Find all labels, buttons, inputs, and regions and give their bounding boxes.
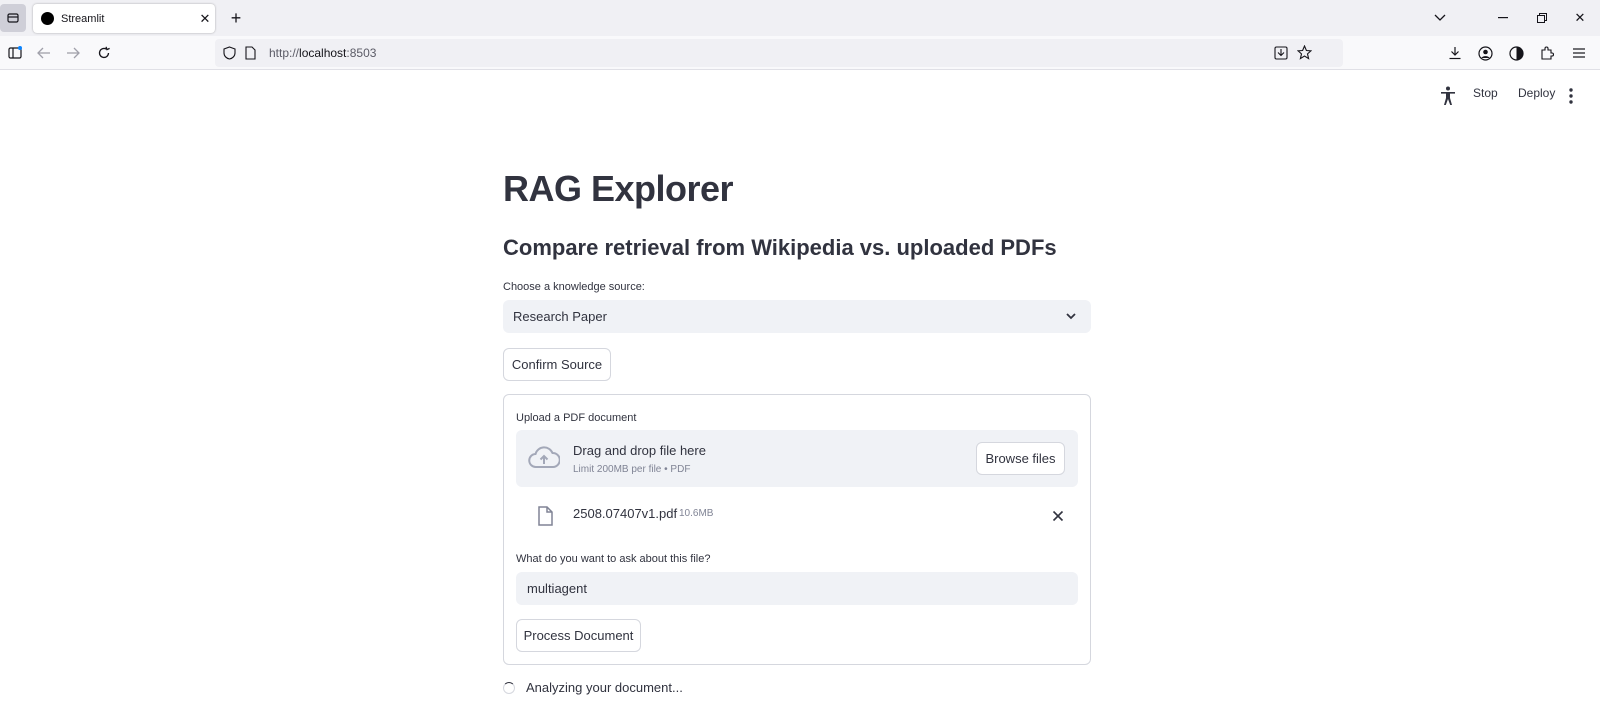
uploaded-file-row: 2508.07407v1.pdf 10.6MB <box>516 499 1078 533</box>
forward-arrow-icon[interactable] <box>64 44 82 62</box>
source-select-label: Choose a knowledge source: <box>503 281 645 293</box>
file-dropzone[interactable]: Drag and drop file here Limit 200MB per … <box>516 430 1078 487</box>
dropzone-instructions: Drag and drop file here <box>573 443 706 458</box>
back-arrow-icon[interactable] <box>35 44 53 62</box>
account-icon[interactable] <box>1476 44 1494 62</box>
tracking-shield-icon[interactable] <box>223 46 236 60</box>
file-icon <box>538 506 553 526</box>
url-prefix: http:// <box>269 46 300 60</box>
url-text: http://localhost:8503 <box>269 46 376 60</box>
main-menu-icon[interactable] <box>1569 88 1573 104</box>
process-document-button[interactable]: Process Document <box>516 619 641 652</box>
question-input[interactable]: multiagent <box>516 572 1078 605</box>
url-port: :8503 <box>346 46 377 60</box>
close-window-icon[interactable]: ✕ <box>1565 6 1595 30</box>
streamlit-favicon-icon <box>41 12 54 25</box>
new-tab-button[interactable]: + <box>226 7 246 29</box>
downloads-icon[interactable] <box>1446 44 1464 62</box>
url-bar[interactable]: http://localhost:8503 <box>215 39 1343 67</box>
page-title: RAG Explorer <box>503 168 734 209</box>
browser-tab-active[interactable]: Streamlit ✕ <box>33 4 215 33</box>
remove-file-icon[interactable] <box>1052 510 1064 522</box>
reload-icon[interactable] <box>95 44 113 62</box>
save-page-icon[interactable] <box>1274 46 1288 60</box>
uploaded-file-name: 2508.07407v1.pdf <box>573 506 678 521</box>
tabs-overview-icon <box>7 13 19 23</box>
confirm-source-button[interactable]: Confirm Source <box>503 348 611 381</box>
minimize-icon[interactable] <box>1488 6 1518 30</box>
page-info-icon[interactable] <box>245 46 256 60</box>
cloud-upload-icon <box>528 446 560 469</box>
question-label: What do you want to ask about this file? <box>516 553 711 565</box>
deploy-button[interactable]: Deploy <box>1518 86 1555 100</box>
uploaded-file-size: 10.6MB <box>679 508 714 519</box>
question-input-value: multiagent <box>527 581 587 596</box>
accessibility-icon[interactable] <box>1440 86 1456 106</box>
sidebar-toggle-icon[interactable] <box>6 44 24 62</box>
restore-icon[interactable] <box>1527 6 1557 30</box>
status-spinner-row: Analyzing your document... <box>503 680 683 695</box>
dropzone-limit: Limit 200MB per file • PDF <box>573 464 691 475</box>
list-all-tabs-icon[interactable] <box>1425 6 1455 30</box>
browser-tab-strip: Streamlit ✕ + ✕ <box>0 0 1600 36</box>
tab-overview-button[interactable] <box>0 4 26 32</box>
app-menu-icon[interactable] <box>1570 44 1588 62</box>
browser-navbar: http://localhost:8503 <box>0 36 1600 70</box>
knowledge-source-select[interactable]: Research Paper <box>503 300 1091 333</box>
bookmark-star-icon[interactable] <box>1297 45 1312 60</box>
source-select-value: Research Paper <box>513 309 607 324</box>
stop-button[interactable]: Stop <box>1473 86 1498 100</box>
url-host: localhost <box>299 46 347 60</box>
spinner-icon <box>503 681 515 694</box>
extensions-icon[interactable] <box>1538 44 1556 62</box>
tab-title: Streamlit <box>61 12 105 25</box>
chevron-down-icon <box>1066 313 1076 320</box>
status-text: Analyzing your document... <box>526 680 683 695</box>
privacy-extension-icon[interactable] <box>1507 44 1525 62</box>
upload-label: Upload a PDF document <box>516 412 637 424</box>
page-subtitle: Compare retrieval from Wikipedia vs. upl… <box>503 235 1057 260</box>
browse-files-button[interactable]: Browse files <box>976 442 1065 475</box>
tab-close-icon[interactable]: ✕ <box>195 11 215 27</box>
